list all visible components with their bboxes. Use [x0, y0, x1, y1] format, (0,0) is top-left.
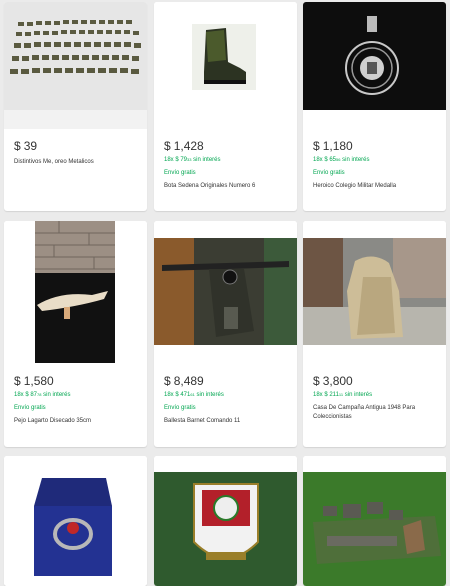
product-title[interactable]: Heroico Colegio Militar Medalla — [313, 182, 441, 191]
installments-suffix: sin interés — [193, 157, 221, 163]
installments-amount: 18x $ 471 — [164, 392, 191, 398]
product-price: $3,800 — [313, 374, 441, 388]
price-value: 1,180 — [322, 139, 353, 153]
installments-amount: 18x $ 211 — [313, 392, 339, 398]
price-value: 8,489 — [173, 374, 204, 388]
currency-symbol: $ — [164, 374, 171, 388]
installments-suffix: sin interés — [342, 157, 370, 163]
installments: 18x $ 47161 sin interés — [164, 391, 292, 399]
product-title[interactable]: Bota Sedena Originales Numero 6 — [164, 182, 292, 191]
product-card-8[interactable] — [154, 456, 297, 586]
product-image-3[interactable] — [303, 2, 446, 129]
free-shipping-label: Envío gratis — [313, 170, 345, 176]
product-title[interactable]: Ballesta Barnet Comando 11 — [164, 417, 292, 426]
installments-amount: 18x $ 87 — [14, 392, 38, 398]
product-info-2: $1,428 18x $ 7933 sin interés Envío grat… — [164, 139, 292, 191]
price-value: 1,580 — [23, 374, 54, 388]
product-image-5[interactable] — [154, 221, 297, 363]
installments-cents: 61 — [190, 392, 195, 397]
free-shipping-label: Envío gratis — [164, 170, 196, 176]
product-info-5: $8,489 18x $ 47161 sin interés Envío gra… — [164, 374, 292, 426]
product-title[interactable]: Distintivos Me, oreo Metalicos — [14, 158, 142, 167]
installments-cents: 11 — [338, 392, 344, 397]
product-title[interactable]: Pejo Lagarto Disecado 35cm — [14, 417, 142, 426]
product-price: $8,489 — [164, 374, 292, 388]
product-card-6[interactable]: $3,800 18x $ 21111 sin interés Casa De C… — [303, 221, 446, 447]
product-card-1[interactable]: $39 Distintivos Me, oreo Metalicos — [4, 2, 147, 211]
product-card-4[interactable]: $1,580 18x $ 8778 sin interés Envío grat… — [4, 221, 147, 447]
product-card-3[interactable]: $1,180 18x $ 6556 sin interés Envío grat… — [303, 2, 446, 211]
installments: 18x $ 21111 sin interés — [313, 391, 441, 399]
product-price: $1,428 — [164, 139, 292, 153]
currency-symbol: $ — [313, 374, 320, 388]
installments: 18x $ 6556 sin interés — [313, 156, 441, 164]
currency-symbol: $ — [164, 139, 171, 153]
product-card-2[interactable]: $1,428 18x $ 7933 sin interés Envío grat… — [154, 2, 297, 211]
product-card-7[interactable] — [4, 456, 147, 586]
product-image-4[interactable] — [4, 221, 147, 363]
product-info-6: $3,800 18x $ 21111 sin interés Casa De C… — [313, 374, 441, 422]
product-price: $1,580 — [14, 374, 142, 388]
product-info-1: $39 Distintivos Me, oreo Metalicos — [14, 139, 142, 167]
product-info-3: $1,180 18x $ 6556 sin interés Envío grat… — [313, 139, 441, 191]
product-image-9[interactable] — [303, 456, 446, 586]
product-image-1[interactable] — [4, 2, 147, 129]
free-shipping-label: Envío gratis — [164, 405, 196, 411]
installments-cents: 33 — [187, 157, 192, 162]
installments-amount: 18x $ 79 — [164, 157, 188, 163]
product-card-5[interactable]: $8,489 18x $ 47161 sin interés Envío gra… — [154, 221, 297, 447]
currency-symbol: $ — [313, 139, 320, 153]
installments-amount: 18x $ 65 — [313, 157, 337, 163]
product-image-6[interactable] — [303, 221, 446, 363]
installments-suffix: sin interés — [344, 392, 373, 398]
product-title[interactable]: Casa De Campaña Antigua 1948 Para Colecc… — [313, 404, 441, 422]
installments: 18x $ 7933 sin interés — [164, 156, 292, 164]
product-card-9[interactable] — [303, 456, 446, 586]
product-image-8[interactable] — [154, 456, 297, 586]
installments-cents: 78 — [37, 392, 42, 397]
price-value: 1,428 — [173, 139, 204, 153]
currency-symbol: $ — [14, 139, 21, 153]
installments: 18x $ 8778 sin interés — [14, 391, 142, 399]
product-grid: $39 Distintivos Me, oreo Metalicos $1,42… — [0, 0, 450, 586]
product-price: $1,180 — [313, 139, 441, 153]
product-image-2[interactable] — [154, 2, 297, 129]
product-price: $39 — [14, 139, 142, 153]
product-info-4: $1,580 18x $ 8778 sin interés Envío grat… — [14, 374, 142, 426]
installments-cents: 56 — [336, 157, 341, 162]
product-image-7[interactable] — [4, 456, 147, 586]
price-value: 39 — [23, 139, 38, 153]
installments-suffix: sin interés — [196, 392, 224, 398]
installments-suffix: sin interés — [43, 392, 71, 398]
free-shipping-label: Envío gratis — [14, 405, 46, 411]
price-value: 3,800 — [322, 374, 353, 388]
currency-symbol: $ — [14, 374, 21, 388]
